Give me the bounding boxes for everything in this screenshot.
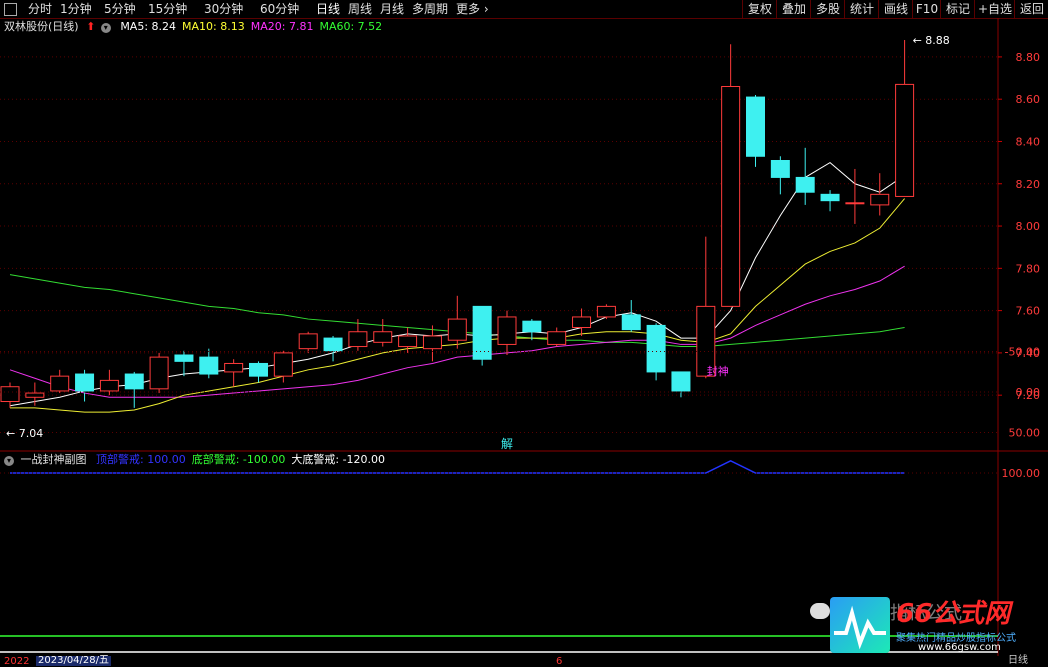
top-warning-line [10,460,905,474]
brand-url: www.66gsw.com [918,642,1001,653]
low-marker: ← 7.04 [6,427,43,440]
candle-body-36 [895,83,915,197]
candle-body-17 [422,335,442,350]
candle-body-0 [0,386,20,403]
brand-logo-icon [830,597,890,653]
date-label: 2023/04/28/五 [36,655,112,666]
candle-body-2 [50,375,70,392]
sub-label-1: 50.00 [1009,427,1041,440]
footer-bar: 2022 2023/04/28/五 6 日线 [0,655,1048,667]
candle-body-10 [249,362,268,377]
watermark: 指标公式 66公式网 聚集热门精品炒股指标公式 www.66gsw.com [808,595,1046,655]
candle-body-8 [199,356,219,375]
candle-body-29 [721,86,741,307]
candle-body-12 [298,333,318,350]
candle-body-16 [398,335,418,348]
price-label-1: 8.60 [1016,93,1041,106]
candle-body-31 [770,160,790,178]
price-label-0: 8.80 [1016,51,1041,64]
event-tag: 解 [501,437,513,451]
candle-body-30 [746,96,765,157]
candle-body-14 [348,331,368,348]
sub-label-0: 100.00 [1002,467,1041,480]
candle-body-21 [522,320,542,333]
price-label-4: 8.00 [1016,220,1041,233]
candle-body-9 [224,362,244,373]
candle-body-33 [820,193,840,202]
candle-body-27 [671,371,691,392]
moving-average-lines [9,162,905,413]
sub-label-3: -50.00 [1005,346,1040,359]
candle-body-5 [124,373,144,390]
candle-body-3 [75,373,95,392]
sub-label-2: 0.00 [1016,386,1041,399]
candle-body-7 [174,354,194,362]
candle-body-23 [572,316,592,329]
candle-body-4 [99,379,119,392]
price-markers: ← 8.88 ← 7.04 解 [6,34,950,451]
candle-body-22 [547,331,567,345]
candle-body-6 [149,356,169,390]
candle-body-26 [646,324,666,373]
candle-body-1 [25,392,45,398]
period-label: 日线 [1008,655,1028,666]
kline-chart[interactable]: 8.808.608.408.208.007.807.607.407.20 封神 … [0,0,1048,666]
ma5-line [9,162,905,407]
price-label-2: 8.40 [1016,135,1041,148]
candle-body-20 [497,316,517,345]
candle-body-24 [596,305,616,318]
candle-body-25 [621,314,641,331]
brand-name: 66公式网 [896,599,1011,629]
high-marker: ← 8.88 [913,34,950,47]
candle-body-18 [447,318,467,341]
wechat-icon [810,603,830,619]
price-label-3: 8.20 [1016,178,1041,191]
price-label-6: 7.60 [1016,305,1041,318]
candle-body-11 [273,352,293,377]
candle-body-15 [373,331,393,343]
candle-body-34 [845,202,865,205]
price-label-5: 7.80 [1016,262,1041,275]
candle-body-35 [870,193,890,206]
signal-label: 封神 [707,364,729,378]
candle-body-13 [323,337,343,352]
candle-body-32 [795,176,815,193]
